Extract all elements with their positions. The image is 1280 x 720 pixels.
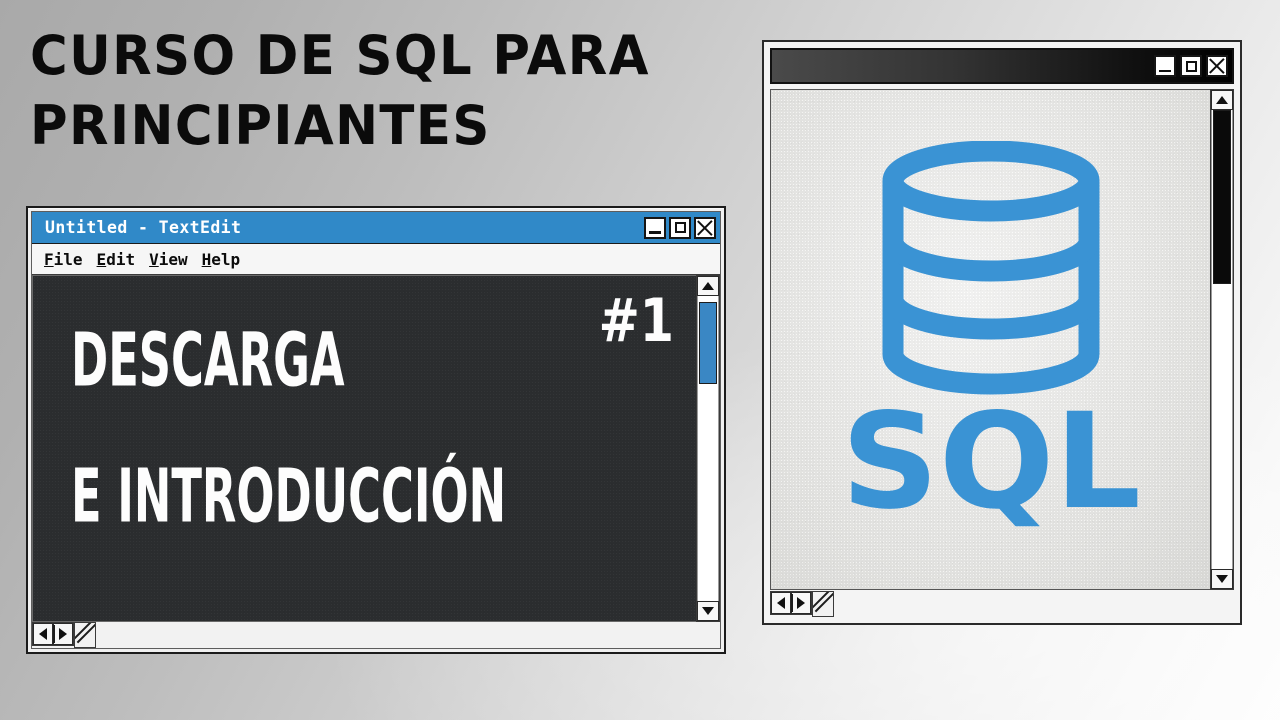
textedit-vscroll-track[interactable] [697, 296, 719, 601]
scroll-down-icon[interactable] [697, 601, 719, 621]
textedit-vscroll-thumb[interactable] [699, 302, 717, 385]
slide-heading-line-1: DESCARGA [71, 318, 345, 404]
textedit-window-controls [644, 216, 716, 239]
close-icon[interactable] [694, 216, 716, 239]
textedit-window[interactable]: Untitled - TextEdit File Edit View Help … [26, 206, 726, 654]
sql-viewer-hscroll-thumb[interactable] [791, 594, 793, 612]
textedit-horizontal-scrollbar[interactable] [32, 622, 74, 646]
sql-viewer-vscroll-track[interactable] [1211, 110, 1233, 569]
page-title: CURSO DE SQL PARA PRINCIPIANTES [30, 28, 720, 167]
scroll-up-icon[interactable] [697, 276, 719, 296]
sql-viewer-image-canvas[interactable]: SQL [770, 89, 1210, 590]
sql-viewer-titlebar[interactable] [770, 48, 1234, 84]
maximize-icon[interactable] [669, 216, 691, 239]
scroll-down-icon[interactable] [1211, 569, 1233, 589]
page-title-line-2: PRINCIPIANTES [30, 93, 491, 157]
episode-number-badge: #1 [598, 286, 674, 356]
scroll-up-icon[interactable] [1211, 90, 1233, 110]
textedit-title-text: Untitled - TextEdit [45, 218, 242, 237]
scroll-left-icon[interactable] [771, 592, 791, 614]
database-cylinder-icon [882, 140, 1099, 394]
textedit-document-canvas[interactable]: DESCARGA E INTRODUCCIÓN #1 [32, 275, 696, 622]
sql-wordmark: SQL [841, 399, 1141, 539]
sql-viewer-window[interactable]: SQL [762, 40, 1242, 625]
resize-grip-icon[interactable] [812, 591, 834, 617]
menu-item-edit[interactable]: Edit [97, 250, 136, 269]
page-title-line-1: CURSO DE SQL PARA [30, 24, 650, 87]
slide-heading-line-2: E INTRODUCCIÓN [71, 454, 507, 540]
textedit-hscroll-thumb[interactable] [53, 625, 55, 643]
menu-item-view[interactable]: View [149, 250, 188, 269]
minimize-icon[interactable] [1154, 55, 1176, 77]
maximize-icon[interactable] [1180, 55, 1202, 77]
minimize-icon[interactable] [644, 216, 666, 239]
textedit-vertical-scrollbar[interactable] [696, 275, 720, 622]
scroll-right-icon[interactable] [53, 623, 73, 645]
resize-grip-icon[interactable] [74, 622, 96, 648]
menu-item-file[interactable]: File [44, 250, 83, 269]
scroll-left-icon[interactable] [33, 623, 53, 645]
close-icon[interactable] [1206, 55, 1228, 77]
scroll-right-icon[interactable] [791, 592, 811, 614]
menu-item-help[interactable]: Help [202, 250, 241, 269]
sql-viewer-vertical-scrollbar[interactable] [1210, 89, 1234, 590]
svg-text:SQL: SQL [841, 399, 1141, 539]
sql-viewer-vscroll-thumb[interactable] [1213, 110, 1231, 285]
sql-viewer-horizontal-scrollbar[interactable] [770, 591, 812, 615]
textedit-menubar: File Edit View Help [32, 244, 720, 274]
textedit-titlebar[interactable]: Untitled - TextEdit [32, 212, 720, 244]
